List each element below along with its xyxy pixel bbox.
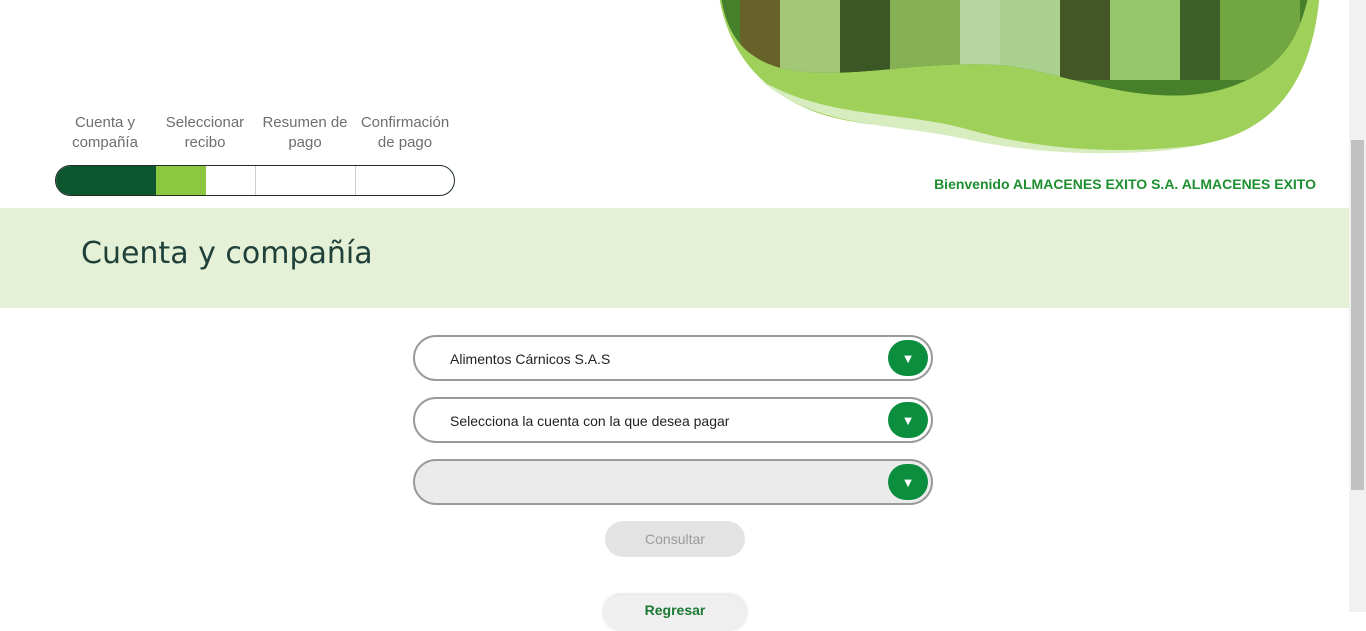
step-label-line: de pago bbox=[377, 134, 433, 151]
third-select[interactable]: ▼ bbox=[413, 459, 933, 505]
step-label-line: Seleccionar bbox=[165, 114, 245, 131]
step-label-line: recibo bbox=[184, 134, 226, 151]
step-select-receipt: Seleccionar recibo bbox=[155, 113, 255, 153]
consult-button[interactable]: Consultar bbox=[605, 521, 745, 557]
step-payment-summary: Resumen de pago bbox=[255, 113, 355, 153]
company-select-value: Alimentos Cárnicos S.A.S bbox=[450, 351, 611, 367]
progress-steps: Cuenta y compañía Seleccionar recibo Res… bbox=[55, 113, 455, 153]
step-label-line: Resumen de bbox=[262, 114, 348, 131]
chevron-down-icon[interactable]: ▼ bbox=[888, 340, 928, 376]
welcome-message: Bienvenido ALMACENES EXITO S.A. ALMACENE… bbox=[934, 176, 1316, 192]
step-account-company: Cuenta y compañía bbox=[55, 113, 155, 153]
progress-segment-pending bbox=[206, 166, 256, 195]
step-label-line: Cuenta y bbox=[74, 114, 136, 131]
company-select[interactable]: Alimentos Cárnicos S.A.S ▼ bbox=[413, 335, 933, 381]
account-select[interactable]: Selecciona la cuenta con la que desea pa… bbox=[413, 397, 933, 443]
section-header: Cuenta y compañía bbox=[0, 208, 1349, 308]
progress-segment-complete bbox=[56, 166, 156, 195]
step-label-line: pago bbox=[288, 134, 322, 151]
step-label-line: Confirmación bbox=[360, 114, 450, 131]
progress-bar bbox=[55, 165, 455, 196]
header-banner-image bbox=[700, 0, 1340, 160]
back-button[interactable]: Regresar bbox=[603, 595, 747, 631]
step-payment-confirmation: Confirmación de pago bbox=[355, 113, 455, 153]
progress-segment-current bbox=[156, 166, 206, 195]
chevron-down-icon[interactable]: ▼ bbox=[888, 402, 928, 438]
chevron-down-icon[interactable]: ▼ bbox=[888, 464, 928, 500]
page-title: Cuenta y compañía bbox=[81, 236, 373, 271]
step-label-line: compañía bbox=[72, 134, 138, 151]
progress-segment-pending bbox=[356, 166, 454, 195]
scrollbar-thumb[interactable] bbox=[1351, 140, 1364, 490]
account-select-value: Selecciona la cuenta con la que desea pa… bbox=[450, 413, 730, 429]
scrollbar[interactable] bbox=[1349, 0, 1366, 612]
progress-segment-pending bbox=[256, 166, 356, 195]
